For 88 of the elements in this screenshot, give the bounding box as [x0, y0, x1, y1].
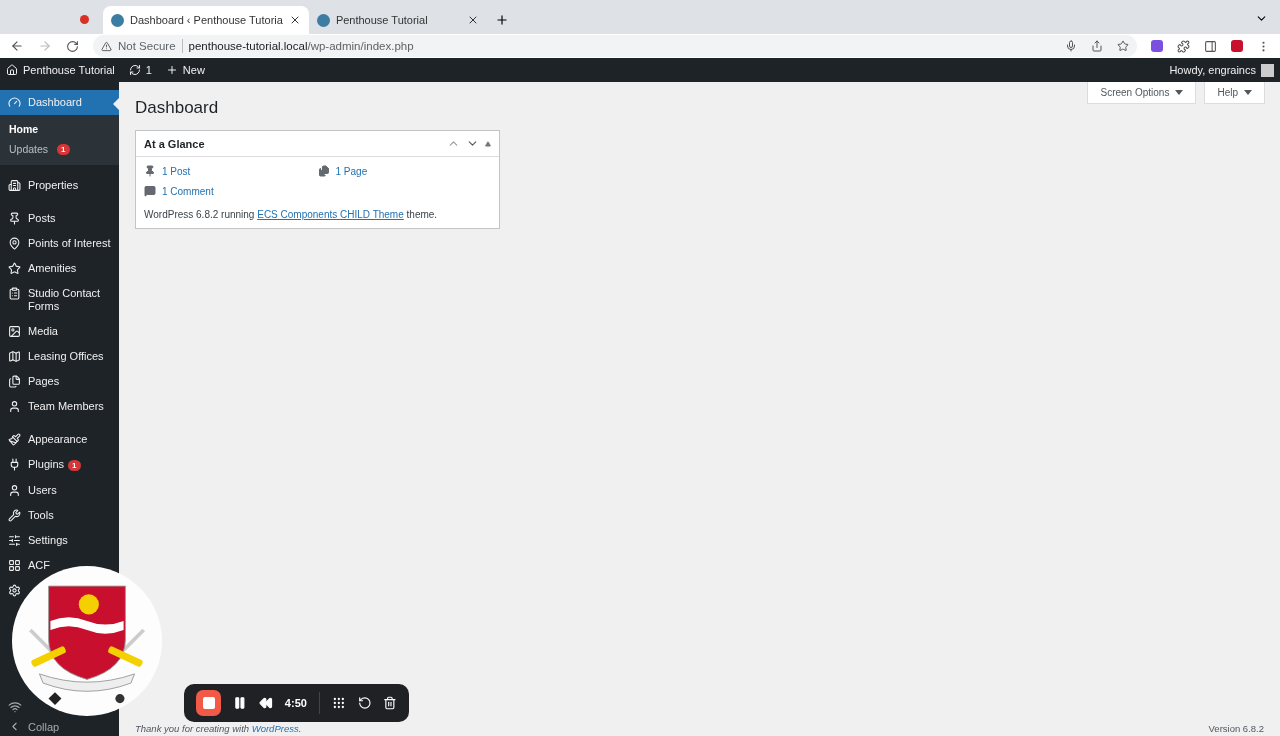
stop-button[interactable]: [196, 690, 222, 716]
account-link[interactable]: Howdy, engraincs: [1169, 63, 1274, 77]
location-pin-icon: [8, 237, 21, 250]
new-tab-icon[interactable]: [494, 13, 509, 27]
home-icon: [6, 64, 18, 76]
menu-item[interactable]: Appearance: [0, 427, 96, 452]
count-badge: 1: [57, 143, 70, 155]
back-icon[interactable]: [10, 39, 24, 53]
widget-title: At a Glance: [144, 137, 206, 150]
user-icon: [8, 484, 21, 497]
puzzle-icon[interactable]: [1177, 39, 1190, 53]
reload-icon[interactable]: [66, 39, 79, 53]
browser-tab[interactable]: Dashboard ‹ Penthouse Tutoria: [103, 6, 309, 34]
site-link[interactable]: Penthouse Tutorial: [6, 64, 115, 76]
screen-options-button[interactable]: Screen Options: [1087, 82, 1197, 104]
updates-link[interactable]: 1: [128, 64, 152, 76]
avatar-icon: [1261, 63, 1274, 77]
recording-time: 4:50: [284, 697, 307, 709]
page-title: Dashboard: [135, 98, 220, 118]
refresh-icon: [128, 64, 141, 76]
recording-icon: [80, 15, 89, 24]
glance-link[interactable]: 1 Comment: [144, 185, 318, 197]
pages-icon: [317, 165, 330, 177]
submenu-item[interactable]: Home: [0, 119, 119, 139]
menu-item[interactable]: Pages: [0, 369, 68, 394]
plug-icon: [8, 458, 21, 471]
theme-link[interactable]: ECS Components CHILD Theme: [257, 209, 404, 220]
restart-icon[interactable]: [357, 696, 372, 710]
menu-item[interactable]: Media: [0, 319, 66, 344]
extension-icon[interactable]: [1151, 40, 1163, 52]
microphone-icon[interactable]: [1065, 40, 1077, 52]
star-icon: [8, 262, 21, 275]
theme-info: WordPress 6.8.2 running ECS Components CHILD Theme theme.: [144, 209, 439, 220]
menu-item[interactable]: Leasing Offices: [0, 344, 112, 369]
menu-item[interactable]: Team Members: [0, 394, 112, 419]
new-link[interactable]: New: [165, 64, 205, 76]
pin-icon: [8, 212, 21, 225]
menu-item[interactable]: Posts: [0, 206, 64, 231]
pages-icon: [8, 375, 21, 388]
gauge-icon: [8, 96, 21, 109]
submenu-item[interactable]: Updates 1: [0, 139, 119, 159]
menu-item[interactable]: Properties: [0, 173, 87, 198]
footer-thanks: Thank you for creating with WordPress.: [135, 723, 302, 734]
count-badge: 1: [68, 460, 81, 471]
menu-item[interactable]: Amenities: [0, 256, 85, 281]
clipboard-icon: [8, 287, 21, 300]
toggle-icon[interactable]: [485, 140, 491, 147]
menu-item[interactable]: Plugins 1: [0, 452, 89, 478]
extension-icon[interactable]: [1231, 40, 1243, 52]
glance-link[interactable]: 1 Page: [317, 165, 491, 177]
help-button[interactable]: Help: [1204, 82, 1265, 104]
caret-icon: [1244, 90, 1252, 95]
wordpress-link[interactable]: WordPress: [251, 723, 299, 734]
version-text: Version 6.8.2: [1208, 723, 1264, 734]
browser-tab[interactable]: Penthouse Tutorial: [308, 6, 487, 34]
menu-item[interactable]: Settings: [0, 528, 76, 553]
menu-item[interactable]: Tools: [0, 503, 62, 528]
star-icon[interactable]: [1117, 40, 1129, 52]
menu-item[interactable]: Points of Interest: [0, 231, 119, 256]
glance-link[interactable]: 1 Post: [144, 165, 318, 177]
trash-icon[interactable]: [383, 696, 397, 710]
building-icon: [8, 179, 21, 192]
menu-item[interactable]: Users: [0, 478, 65, 503]
side-panel-icon[interactable]: [1204, 39, 1217, 53]
user-icon: [8, 400, 21, 413]
wrench-icon: [8, 509, 21, 522]
menu-item[interactable]: ACF: [0, 553, 58, 578]
collapse-button[interactable]: Collap: [0, 718, 66, 736]
address-field[interactable]: Not Secure penthouse-tutorial.local/wp-admin/index.php: [93, 35, 1137, 57]
paintbrush-icon: [8, 433, 21, 446]
comment-icon: [144, 185, 156, 197]
rewind-icon[interactable]: [259, 696, 273, 710]
warning-icon: [101, 40, 112, 52]
menu-item[interactable]: Dashboard: [0, 90, 119, 115]
pin-icon: [144, 165, 156, 177]
caret-icon: [1175, 90, 1184, 95]
map-icon: [8, 350, 21, 363]
share-icon[interactable]: [1091, 40, 1103, 52]
wifi-icon[interactable]: [8, 700, 22, 714]
image-icon: [8, 325, 21, 338]
settings-icon[interactable]: [8, 584, 21, 597]
plus-icon: [165, 64, 178, 76]
grid-icon: [8, 559, 21, 572]
wordpress-icon: [316, 13, 330, 27]
sliders-icon: [8, 534, 21, 547]
wordpress-icon: [111, 13, 124, 27]
grid-icon[interactable]: [331, 696, 346, 710]
menu-item[interactable]: Studio Contact Forms: [0, 281, 119, 319]
